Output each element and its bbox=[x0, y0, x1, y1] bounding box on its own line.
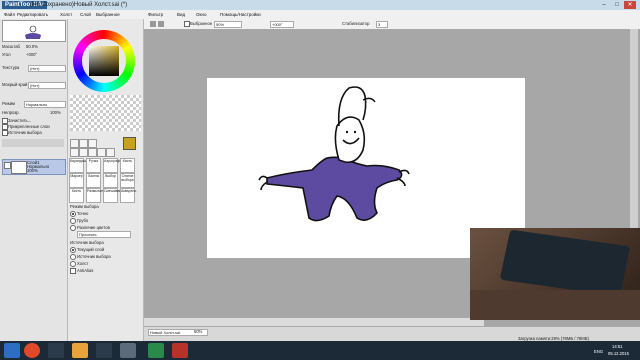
brush-brush2[interactable]: Кисть bbox=[69, 188, 84, 203]
window-title: (Не Сохранено)Новый Холст.sai (*) bbox=[30, 2, 128, 8]
chrome-icon[interactable] bbox=[24, 343, 40, 358]
clock-time[interactable]: 14:51 bbox=[612, 344, 622, 349]
close-icon[interactable]: ✕ bbox=[624, 1, 636, 9]
selection-label: Выбранное bbox=[190, 21, 213, 26]
color-swatches[interactable] bbox=[70, 95, 141, 131]
zoom-value[interactable]: 50.0% bbox=[26, 44, 38, 49]
brush-blend[interactable]: Смешивание bbox=[103, 188, 125, 203]
layer-toolbar bbox=[2, 139, 64, 147]
brush-watercolor[interactable]: Акварель bbox=[120, 188, 136, 203]
mode-label: Режим bbox=[2, 101, 15, 106]
menu-selection[interactable]: Выбранное bbox=[96, 10, 120, 19]
layer-row[interactable]: Слой1 Нормально 100% bbox=[2, 159, 66, 175]
wand-tool-icon[interactable] bbox=[88, 139, 97, 148]
layer-opacity: 100% bbox=[27, 168, 38, 173]
layer-thumbnail bbox=[11, 161, 27, 174]
radio-mode-0[interactable] bbox=[70, 211, 76, 217]
brush-deselect[interactable]: Снятие выбора bbox=[120, 173, 135, 188]
antialias-checkbox[interactable] bbox=[70, 268, 76, 274]
eye-icon[interactable] bbox=[4, 162, 11, 169]
undo-icon[interactable] bbox=[150, 21, 156, 27]
opacity-label: Непрозр. bbox=[2, 110, 20, 115]
status-bar: Новый Холст.sai 50% Загрузка памяти:29% … bbox=[144, 326, 640, 342]
document-tab-zoom: 50% bbox=[194, 329, 203, 334]
webcam-overlay bbox=[470, 228, 640, 320]
angle-value[interactable]: +000° bbox=[26, 52, 37, 57]
radio-source-0-label: Текущий слой bbox=[77, 247, 105, 252]
recorder-icon[interactable] bbox=[172, 343, 188, 358]
left-panel: Масштаб 50.0% Угол +000° Текстура (Нет) … bbox=[0, 19, 68, 341]
rotate-tool-icon[interactable] bbox=[88, 148, 97, 157]
selection-source-title: Источник выбора bbox=[70, 240, 104, 245]
minimize-icon[interactable]: – bbox=[598, 1, 610, 9]
brush-blur[interactable]: Размытие bbox=[86, 188, 103, 203]
toolbar-zoom-field[interactable]: 50% bbox=[214, 21, 242, 28]
folder-icon[interactable] bbox=[72, 343, 88, 358]
menu-window[interactable]: Окно bbox=[196, 10, 206, 19]
radio-mode-0-label: Точно bbox=[77, 211, 89, 216]
check-source-label: Источник выбора bbox=[8, 130, 42, 135]
effect-select[interactable]: (Нет) bbox=[28, 82, 66, 89]
texture-label: Текстура bbox=[2, 65, 20, 70]
app-icon[interactable] bbox=[148, 343, 164, 358]
sai-icon[interactable] bbox=[120, 343, 136, 358]
menu-help[interactable]: Помощь/Настройки bbox=[220, 10, 261, 19]
mode-dropdown[interactable]: Просеять bbox=[77, 231, 131, 238]
color-square[interactable] bbox=[89, 46, 119, 76]
eyedropper-tool-icon[interactable] bbox=[106, 148, 115, 157]
move-tool-icon[interactable] bbox=[70, 148, 79, 157]
horizontal-scrollbar[interactable] bbox=[144, 318, 484, 326]
redo-icon[interactable] bbox=[158, 21, 164, 27]
brush-marker[interactable]: Маркер bbox=[69, 173, 84, 188]
maximize-icon[interactable]: □ bbox=[611, 1, 623, 9]
select-tool-icon[interactable] bbox=[70, 139, 79, 148]
menu-edit[interactable]: Редактировать bbox=[17, 10, 48, 19]
angle-label: Угол bbox=[2, 52, 11, 57]
check-clipping-label: Зачистить... bbox=[8, 118, 32, 123]
lasso-tool-icon[interactable] bbox=[79, 139, 88, 148]
radio-source-1[interactable] bbox=[70, 254, 76, 260]
radio-mode-1-label: Грубо bbox=[77, 218, 89, 223]
menu-filter[interactable]: Фильтр bbox=[148, 10, 163, 19]
brush-airbrush[interactable]: Аэрограф bbox=[103, 158, 120, 173]
opacity-value[interactable]: 100% bbox=[50, 110, 61, 115]
zoom-tool-icon[interactable] bbox=[79, 148, 88, 157]
hand-tool-icon[interactable] bbox=[97, 148, 106, 157]
radio-source-2[interactable] bbox=[70, 261, 76, 267]
taskbar: ENG 14:51 05.12.2015 bbox=[0, 341, 640, 360]
menu-file[interactable]: Файл bbox=[4, 10, 15, 19]
effect-label: Мокрый край bbox=[2, 82, 28, 87]
brush-select[interactable]: Выбор bbox=[103, 173, 118, 188]
toolbar-angle-field[interactable]: +000° bbox=[270, 21, 294, 28]
mode-select[interactable]: Нормально bbox=[24, 101, 66, 108]
radio-source-0[interactable] bbox=[70, 247, 76, 253]
radio-mode-1[interactable] bbox=[70, 218, 76, 224]
language-indicator[interactable]: ENG bbox=[594, 349, 603, 354]
menu-view[interactable]: Вид bbox=[177, 10, 185, 19]
primary-color-swatch[interactable] bbox=[123, 137, 136, 150]
brush-pencil[interactable]: Карандаш bbox=[69, 158, 87, 173]
antialias-label: AntiAlias bbox=[77, 268, 94, 273]
check-attached-label: Прикрепленные слои bbox=[8, 124, 50, 129]
steam-icon[interactable] bbox=[48, 343, 64, 358]
radio-source-1-label: Источник выбора bbox=[77, 254, 111, 259]
stabilizer-label: Стабилизатор bbox=[342, 21, 370, 26]
navigator-thumbnail[interactable] bbox=[2, 20, 66, 42]
brush-eraser[interactable]: Ластик bbox=[86, 173, 101, 188]
brush-pen[interactable]: Ручка bbox=[86, 158, 101, 173]
radio-mode-2[interactable] bbox=[70, 225, 76, 231]
texture-select[interactable]: (Нет) bbox=[28, 65, 66, 72]
stabilizer-field[interactable]: 3 bbox=[376, 21, 388, 28]
zoom-label: Масштаб bbox=[2, 44, 20, 49]
menu-canvas[interactable]: Холст bbox=[60, 10, 72, 19]
radio-mode-2-label: Различие цветов bbox=[77, 225, 110, 230]
menu-layer[interactable]: Слой bbox=[80, 10, 91, 19]
steam-icon-2[interactable] bbox=[96, 343, 112, 358]
start-icon[interactable] bbox=[4, 343, 20, 358]
brush-brush[interactable]: Кисть bbox=[120, 158, 135, 173]
selection-mode-title: Режим выбора bbox=[70, 204, 99, 209]
color-wheel[interactable] bbox=[73, 30, 135, 92]
clock-date: 05.12.2015 bbox=[608, 351, 629, 356]
radio-source-2-label: Холст bbox=[77, 261, 89, 266]
